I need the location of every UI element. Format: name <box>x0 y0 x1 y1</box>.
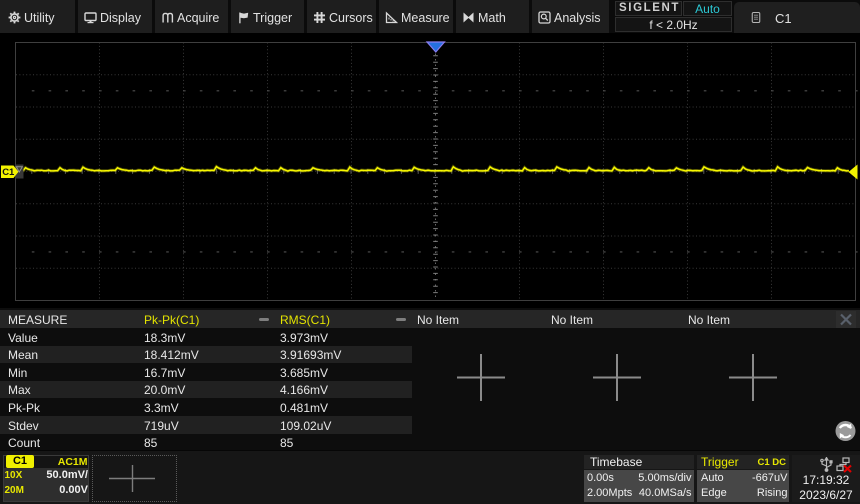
svg-text:C1: C1 <box>2 167 15 178</box>
